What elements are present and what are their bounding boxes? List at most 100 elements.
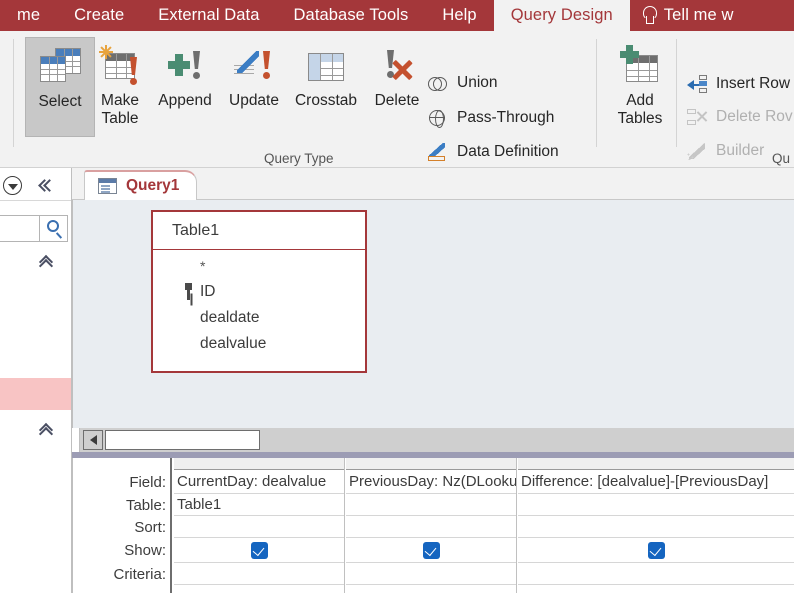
query-type-group-label: Query Type [264,151,334,166]
crosstab-query-button[interactable]: Crosstab [288,37,364,110]
globe-icon [428,108,448,128]
column-selector-2[interactable] [346,458,516,470]
row-label-show: Show: [124,542,166,559]
data-definition-query-button[interactable]: Data Definition [428,142,559,162]
delete-query-button[interactable]: Delete [362,37,432,110]
delete-rows-button[interactable]: Delete Rov [687,107,793,127]
insert-rows-label: Insert Row [716,75,791,92]
delete-rows-label: Delete Rov [716,108,793,125]
builder-button[interactable]: Builder [687,141,764,161]
ribbon: Select Make Table Append Update Crosstab… [0,31,794,168]
group-collapse-icon-2[interactable] [38,424,53,437]
cell-show-3[interactable] [518,538,794,563]
ribbon-tab-home[interactable]: me [0,0,57,31]
append-query-label: Append [158,92,212,109]
table-field-list-table1[interactable]: Table1 * ID dealdate dealvalue [151,210,367,373]
insert-rows-icon [687,74,707,94]
query-design-canvas[interactable]: Table1 * ID dealdate dealvalue [72,200,794,428]
document-tab-strip: Query1 [72,168,794,200]
ribbon-group-divider [13,39,14,147]
dropdown-circle-icon[interactable] [3,176,22,195]
table-field-list-fields: * ID dealdate dealvalue [153,252,365,357]
ribbon-group-divider-2 [596,39,597,147]
navigation-search-box[interactable] [0,215,68,242]
cell-table-1[interactable]: Table1 [174,494,344,516]
row-label-field: Field: [129,473,166,491]
crosstab-query-label: Crosstab [294,92,358,109]
pass-through-label: Pass-Through [457,109,555,126]
show-checkbox-3[interactable] [647,541,665,559]
field-item-asterisk[interactable]: * [153,252,365,279]
ribbon-tab-tell-me[interactable]: Tell me w [630,0,751,31]
cell-field-1[interactable]: CurrentDay: dealvalue [174,470,344,494]
cell-sort-1[interactable] [174,516,344,538]
update-query-label: Update [229,92,279,109]
navigation-selected-item[interactable] [0,378,71,410]
grid-column-2: PreviousDay: Nz(DLooku [346,458,517,593]
ribbon-tab-help[interactable]: Help [425,0,493,31]
ribbon-tab-external-data[interactable]: External Data [141,0,276,31]
cell-field-3[interactable]: Difference: [dealvalue]-[PreviousDay] [518,470,794,494]
cell-show-2[interactable] [346,538,516,563]
search-input[interactable] [0,216,39,241]
scrollbar-thumb[interactable] [105,430,260,450]
navigation-pane-header [0,168,71,201]
delete-rows-icon [687,107,707,127]
union-query-button[interactable]: Union [428,73,498,93]
field-item-id[interactable]: ID [153,279,365,305]
select-query-label: Select [38,93,82,110]
cell-criteria-3[interactable] [518,563,794,585]
cell-field-2[interactable]: PreviousDay: Nz(DLooku [346,470,516,494]
ribbon-tab-query-design[interactable]: Query Design [493,0,630,31]
cell-show-1[interactable] [174,538,344,563]
search-button[interactable] [39,216,67,241]
ribbon-tab-create[interactable]: Create [57,0,141,31]
data-definition-label: Data Definition [457,143,559,160]
grid-columns: CurrentDay: dealvalue Table1 PreviousDay… [174,458,794,593]
row-label-criteria: Criteria: [113,565,166,583]
cell-sort-2[interactable] [346,516,516,538]
field-item-dealdate[interactable]: dealdate [153,305,365,331]
document-tab-label: Query1 [126,177,180,194]
append-query-button[interactable]: Append [150,37,220,110]
column-selector-3[interactable] [518,458,794,470]
select-query-icon [37,46,83,88]
show-checkbox-1[interactable] [250,541,268,559]
add-tables-button[interactable]: Add Tables [605,37,675,128]
add-tables-icon [617,45,663,87]
builder-wand-icon [687,141,707,161]
ribbon-group-divider-3 [676,39,677,147]
make-table-query-button[interactable]: Make Table [85,37,155,128]
show-checkbox-2[interactable] [422,541,440,559]
cell-table-3[interactable] [518,494,794,516]
add-tables-label-2: Tables [617,109,663,127]
builder-label: Builder [716,142,765,159]
ribbon-tab-strip: me Create External Data Database Tools H… [0,0,794,31]
grid-column-1: CurrentDay: dealvalue Table1 [174,458,345,593]
cell-criteria-2[interactable] [346,563,516,585]
scroll-left-arrow-icon[interactable] [83,430,103,450]
ribbon-tab-database-tools[interactable]: Database Tools [277,0,426,31]
append-query-icon [162,45,208,87]
search-icon [47,220,59,232]
document-tab-query1[interactable]: Query1 [84,170,198,200]
column-selector-1[interactable] [174,458,344,470]
cell-sort-3[interactable] [518,516,794,538]
cell-table-2[interactable] [346,494,516,516]
cell-criteria-1[interactable] [174,563,344,585]
make-table-query-icon [97,45,143,87]
pass-through-query-button[interactable]: Pass-Through [428,108,554,128]
group-collapse-icon-1[interactable] [38,256,53,269]
navigation-pane: lls [0,168,72,593]
lightbulb-icon [642,6,657,25]
make-table-query-label: Make Table [101,92,139,127]
field-item-id-label: ID [200,283,216,300]
table-field-list-title: Table1 [153,212,365,250]
query-design-grid: Field: Table: Sort: Show: Criteria: Curr… [72,458,794,593]
primary-key-icon [183,283,194,300]
double-chevron-left-icon[interactable] [40,178,55,191]
canvas-horizontal-scrollbar[interactable] [79,428,794,452]
update-query-button[interactable]: Update [219,37,289,110]
field-item-dealvalue[interactable]: dealvalue [153,331,365,357]
insert-rows-button[interactable]: Insert Row [687,74,790,94]
